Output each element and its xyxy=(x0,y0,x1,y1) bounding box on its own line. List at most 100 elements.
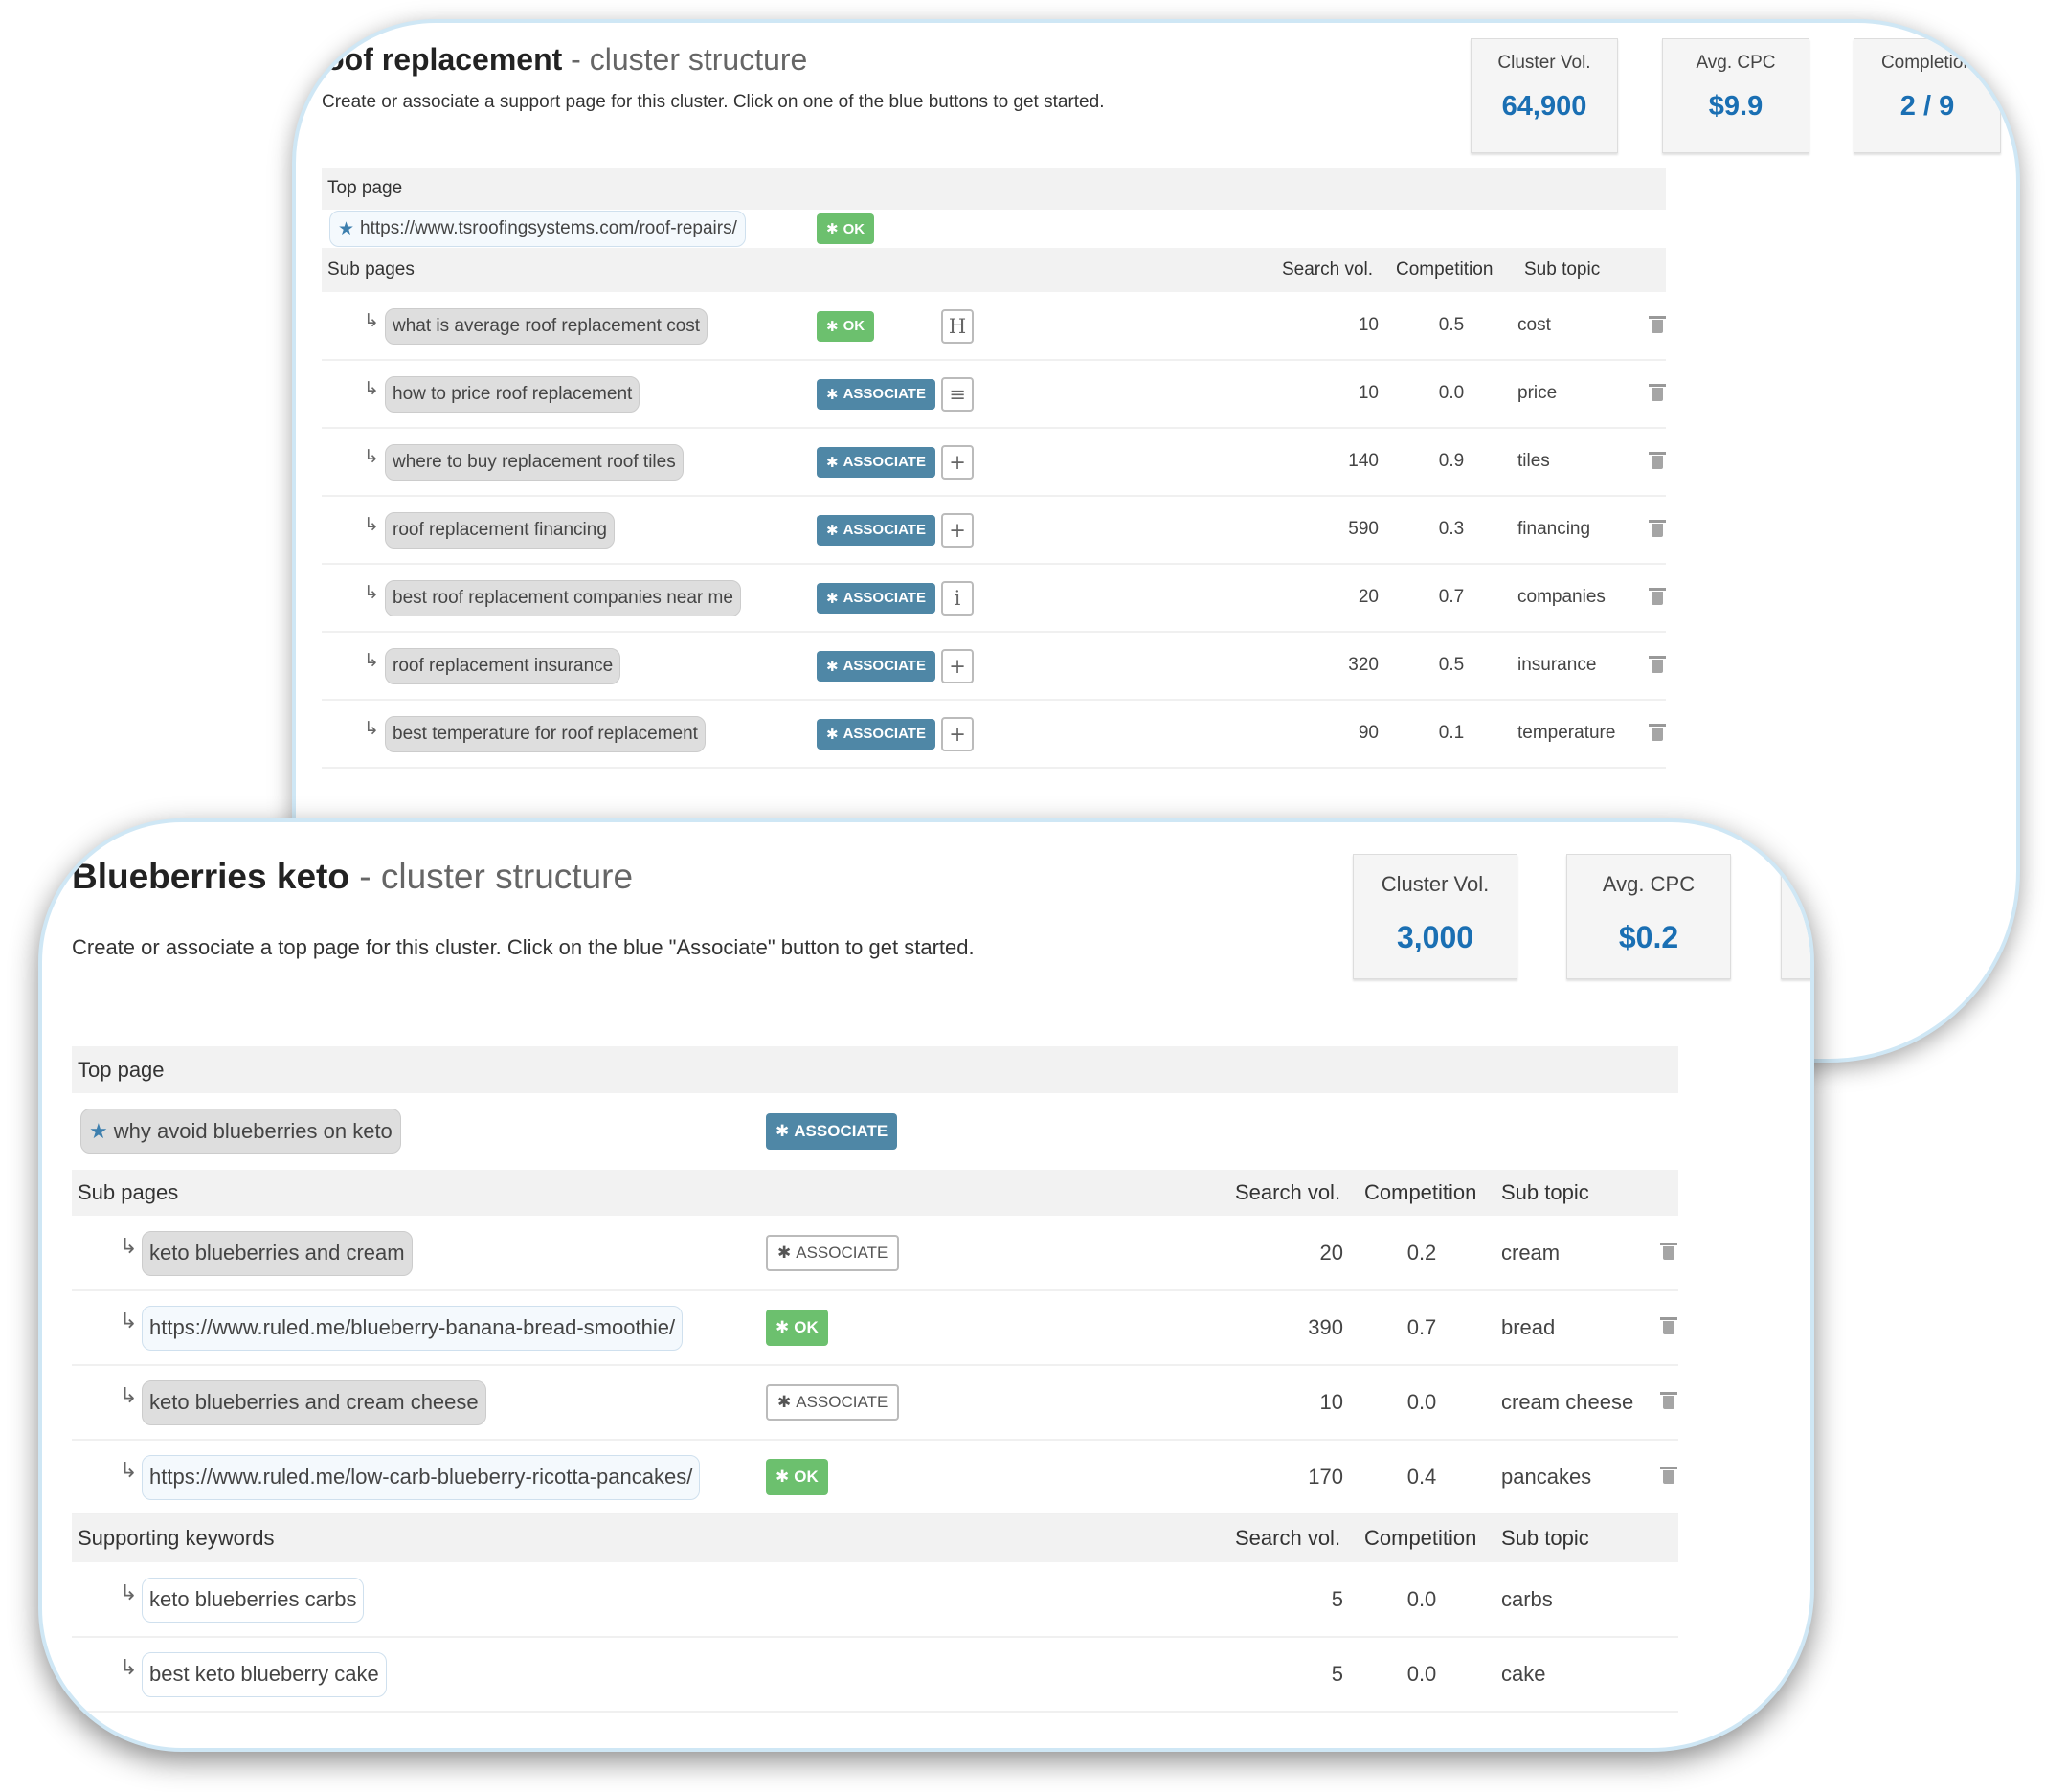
button-label: ASSOCIATE xyxy=(843,454,926,470)
associate-button[interactable]: ✱ ASSOCIATE xyxy=(766,1112,898,1150)
row-divider xyxy=(72,1364,1678,1366)
top-page-field[interactable]: ★ https://www.tsroofingsystems.com/roof-r… xyxy=(329,211,746,247)
trash-icon[interactable] xyxy=(1649,519,1666,537)
trash-icon[interactable] xyxy=(1649,451,1666,469)
associate-button[interactable]: ✱ ASSOCIATE xyxy=(817,446,935,478)
row-divider xyxy=(322,767,1666,769)
stat-value: $9.9 xyxy=(1708,91,1764,122)
section-header: Supporting keywords Search vol. Competitio… xyxy=(72,1514,1678,1562)
keyword-field[interactable]: keto blueberries and cream cheese xyxy=(142,1379,486,1425)
page-title: Blueberries keto - cluster structure xyxy=(72,857,633,897)
plus-icon[interactable]: + xyxy=(941,648,974,683)
button-label: ASSOCIATE xyxy=(796,1243,888,1262)
column-header: Sub topic xyxy=(1501,1180,1589,1204)
blueberries-keto-cluster-card: Blueberries keto - cluster structure Crea… xyxy=(38,818,1814,1752)
keyword-field[interactable]: keto blueberries carbs xyxy=(142,1577,365,1623)
associate-button[interactable]: ✱ ASSOCIATE xyxy=(817,650,935,682)
keyword-field[interactable]: keto blueberries and cream xyxy=(142,1230,413,1276)
keyword-field[interactable]: roof replacement financing xyxy=(385,511,615,549)
sub-topic: cream cheese xyxy=(1501,1390,1634,1414)
competition: 0.2 xyxy=(1406,1241,1437,1265)
search-volume: 140 xyxy=(1348,451,1379,471)
ok-button[interactable]: ✱ OK xyxy=(817,310,875,342)
associate-button[interactable]: ✱ ASSOCIATE xyxy=(766,1235,900,1271)
trash-icon[interactable] xyxy=(1660,1467,1677,1484)
keyword-field[interactable]: what is average roof replacement cost xyxy=(385,307,708,345)
cluster-description: Create or associate a top page for this … xyxy=(72,935,975,959)
search-volume: 20 xyxy=(1319,1241,1343,1265)
search-volume: 10 xyxy=(1358,315,1379,335)
keyword-field[interactable]: how to price roof replacement xyxy=(385,375,640,413)
gear-icon: ✱ xyxy=(826,386,839,403)
sub-arrow-icon: ↳ xyxy=(364,378,379,399)
associate-button[interactable]: ✱ ASSOCIATE xyxy=(817,514,935,546)
trash-icon[interactable] xyxy=(1660,1243,1677,1260)
trash-icon[interactable] xyxy=(1649,587,1666,605)
align-left-icon[interactable]: ≡ xyxy=(941,376,974,412)
ok-button[interactable]: ✱ OK xyxy=(817,213,875,244)
trash-icon[interactable] xyxy=(1649,315,1666,333)
associate-button[interactable]: ✱ ASSOCIATE xyxy=(817,378,935,410)
search-volume: 590 xyxy=(1348,519,1379,539)
competition: 0.3 xyxy=(1438,519,1465,539)
sub-arrow-icon: ↳ xyxy=(364,582,379,603)
keyword-field[interactable]: where to buy replacement roof tiles xyxy=(385,443,684,481)
associate-button[interactable]: ✱ ASSOCIATE xyxy=(817,582,935,614)
plus-icon[interactable]: + xyxy=(941,444,974,480)
ok-button[interactable]: ✱ OK xyxy=(766,1459,828,1495)
column-header: Search vol. xyxy=(1282,258,1374,280)
keyword-field[interactable]: best roof replacement companies near me xyxy=(385,579,741,616)
competition: 0.1 xyxy=(1438,723,1465,743)
sub-arrow-icon: ↳ xyxy=(364,446,379,467)
trash-icon[interactable] xyxy=(1660,1317,1677,1334)
row-divider xyxy=(322,427,1666,429)
search-volume: 20 xyxy=(1358,587,1379,607)
trash-icon[interactable] xyxy=(1660,1392,1677,1409)
associate-button[interactable]: ✱ ASSOCIATE xyxy=(817,718,935,750)
keyword-field[interactable]: best temperature for roof replacement xyxy=(385,715,706,752)
star-icon: ★ xyxy=(89,1118,108,1143)
trash-icon[interactable] xyxy=(1649,723,1666,741)
sub-topic: insurance xyxy=(1517,655,1597,675)
stat-box: Cluster Vol. 3,000 xyxy=(1353,854,1517,979)
button-label: OK xyxy=(794,1318,819,1336)
top-page-field[interactable]: ★ why avoid blueberries on keto xyxy=(80,1109,401,1154)
trash-icon[interactable] xyxy=(1649,655,1666,673)
plus-icon[interactable]: + xyxy=(941,716,974,751)
info-icon[interactable]: i xyxy=(941,580,974,616)
sub-topic: cost xyxy=(1517,315,1551,335)
sub-topic: companies xyxy=(1517,587,1606,607)
gear-icon: ✱ xyxy=(826,726,839,743)
stat-label: Cluster Vol. xyxy=(1381,872,1490,896)
button-label: OK xyxy=(843,220,865,237)
sub-arrow-icon: ↳ xyxy=(120,1580,138,1604)
keyword-field[interactable]: roof replacement insurance xyxy=(385,647,621,684)
sub-arrow-icon: ↳ xyxy=(120,1309,138,1333)
associate-button[interactable]: ✱ ASSOCIATE xyxy=(766,1384,900,1421)
gear-icon: ✱ xyxy=(826,522,839,539)
search-volume: 170 xyxy=(1308,1465,1343,1489)
sub-topic: price xyxy=(1517,383,1558,403)
section-header-label: Top page xyxy=(327,177,403,198)
trash-icon[interactable] xyxy=(1649,383,1666,401)
sub-topic: bread xyxy=(1501,1315,1556,1339)
sub-arrow-icon: ↳ xyxy=(120,1383,138,1407)
section-header-label: Sub pages xyxy=(78,1180,179,1204)
stat-label: Completion xyxy=(1880,53,1974,73)
plus-icon[interactable]: + xyxy=(941,512,974,548)
competition: 0.5 xyxy=(1438,655,1465,675)
keyword-field[interactable]: https://www.ruled.me/low-carb-blueberry-… xyxy=(142,1454,701,1500)
ok-button[interactable]: ✱ OK xyxy=(766,1310,828,1346)
button-label: OK xyxy=(794,1467,819,1486)
section-header: Sub pages Search vol. Competition Sub topic xyxy=(322,248,1666,292)
keyword-field[interactable]: https://www.ruled.me/blueberry-banana-br… xyxy=(142,1305,684,1351)
section-header-label: Top page xyxy=(78,1057,165,1082)
section-header: Top page xyxy=(322,168,1666,210)
keyword-field[interactable]: best keto blueberry cake xyxy=(142,1651,387,1697)
stat-box: Avg. CPC $9.9 xyxy=(1662,38,1809,153)
section-header-label: Supporting keywords xyxy=(78,1526,275,1550)
heading-icon[interactable]: H xyxy=(941,308,974,344)
gear-icon: ✱ xyxy=(777,1243,792,1262)
stat-value: $0.2 xyxy=(1618,920,1679,954)
stat-value: 64,900 xyxy=(1501,91,1587,122)
